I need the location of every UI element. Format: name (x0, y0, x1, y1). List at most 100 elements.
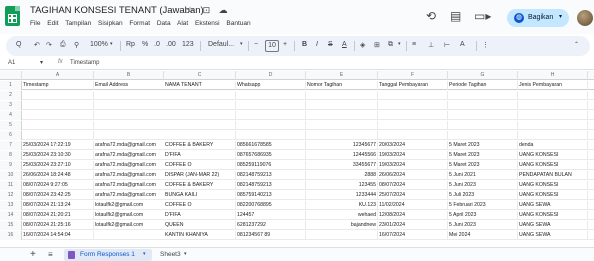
add-sheet-button[interactable]: + (30, 249, 36, 260)
table-cell[interactable] (448, 111, 518, 120)
table-cell[interactable]: 2888 (306, 171, 378, 180)
table-cell[interactable]: lotaulfk2@gmail.com (94, 201, 164, 210)
table-cell[interactable] (22, 131, 94, 140)
chevron-down-icon[interactable]: ▾ (398, 41, 401, 47)
table-cell[interactable] (306, 101, 378, 110)
undo-icon[interactable]: ↶ (34, 41, 40, 49)
table-cell[interactable] (164, 131, 236, 140)
table-cell[interactable]: 5 Februari 2023 (448, 201, 518, 210)
all-sheets-button[interactable]: ≡ (48, 250, 53, 259)
menu-edit[interactable]: Edit (47, 20, 58, 27)
row-number[interactable]: 11 (0, 181, 22, 190)
strikethrough-button[interactable]: S (328, 41, 333, 48)
column-header-c[interactable]: C (164, 71, 236, 80)
zoom-select[interactable]: 100% (90, 41, 108, 48)
text-wrap-icon[interactable]: ⊢ (444, 41, 450, 49)
table-cell[interactable]: UANG SEWA (518, 221, 588, 230)
table-cell[interactable]: 16/07/2024 (378, 231, 448, 240)
avatar[interactable] (577, 10, 593, 26)
chevron-down-icon[interactable]: ▾ (110, 41, 113, 47)
column-title-cell[interactable]: Periode Tagihan (448, 81, 518, 90)
table-cell[interactable]: 26/06/2024 18:24:48 (22, 171, 94, 180)
table-cell[interactable]: D'FIFA (164, 151, 236, 160)
table-cell[interactable] (518, 131, 588, 140)
row-number[interactable]: 7 (0, 141, 22, 150)
table-cell[interactable] (306, 231, 378, 240)
table-cell[interactable]: 08/07/2024 21:13:24 (22, 201, 94, 210)
table-cell[interactable] (22, 91, 94, 100)
sheets-logo-icon[interactable] (5, 6, 20, 26)
borders-icon[interactable]: ⊞ (374, 41, 380, 49)
table-cell[interactable]: 124457 (236, 211, 306, 220)
move-folder-icon[interactable]: ⊡ (203, 5, 211, 15)
row-number[interactable]: 4 (0, 111, 22, 120)
document-title[interactable]: TAGIHAN KONSESI TENANT (Jawaban) (30, 5, 204, 16)
table-cell[interactable]: arafna72.mda@gmail.com (94, 171, 164, 180)
row-number[interactable]: 3 (0, 101, 22, 110)
table-cell[interactable] (448, 91, 518, 100)
table-cell[interactable]: bajandnew (306, 221, 378, 230)
currency-button[interactable]: Rp (126, 41, 135, 48)
column-title-cell[interactable]: Jenis Pembayaran (518, 81, 588, 90)
table-cell[interactable] (306, 111, 378, 120)
column-title-cell[interactable]: Whatsapp (236, 81, 306, 90)
table-cell[interactable] (378, 101, 448, 110)
chevron-down-icon[interactable]: ▾ (40, 59, 43, 66)
table-cell[interactable] (448, 101, 518, 110)
table-cell[interactable]: 16/07/2024 14:54:04 (22, 231, 94, 240)
table-cell[interactable]: 6281237292 (236, 221, 306, 230)
table-cell[interactable]: 25/03/2024 17:22:19 (22, 141, 94, 150)
table-cell[interactable]: denda (518, 141, 588, 150)
table-cell[interactable] (94, 121, 164, 130)
column-title-cell[interactable]: Timestamp (22, 81, 94, 90)
table-cell[interactable]: 25/03/2024 23:27:10 (22, 161, 94, 170)
table-cell[interactable]: UANG KONSESI (518, 181, 588, 190)
table-cell[interactable]: Mei 2024 (448, 231, 518, 240)
table-cell[interactable]: 25/03/2024 23:10:30 (22, 151, 94, 160)
share-button[interactable]: ◍ Bagikan ▾ (507, 9, 569, 27)
table-cell[interactable]: wehaed (306, 211, 378, 220)
name-box[interactable]: A1 (8, 60, 15, 66)
table-cell[interactable] (22, 101, 94, 110)
table-cell[interactable]: 085661678585 (236, 141, 306, 150)
font-size-input[interactable]: 10 (265, 40, 279, 52)
table-cell[interactable]: 19/03/2024 (378, 161, 448, 170)
redo-icon[interactable]: ↷ (46, 41, 52, 49)
table-cell[interactable] (306, 91, 378, 100)
column-header-g[interactable]: G (448, 71, 518, 80)
menu-file[interactable]: File (30, 20, 40, 27)
table-cell[interactable]: COFFEE & BAKERY (164, 141, 236, 150)
table-cell[interactable]: UANG SEWA (518, 231, 588, 240)
column-title-cell[interactable]: Tanggal Pembayaran (378, 81, 448, 90)
table-cell[interactable]: arafna72.mda@gmail.com (94, 181, 164, 190)
table-cell[interactable]: arafna72.mda@gmail.com (94, 141, 164, 150)
table-cell[interactable]: 08/07/2024 9:27:05 (22, 181, 94, 190)
menu-tools[interactable]: Alat (177, 20, 188, 27)
table-cell[interactable]: 08/07/2024 (378, 181, 448, 190)
table-cell[interactable]: D'FIFA (164, 211, 236, 220)
row-number[interactable]: 6 (0, 131, 22, 140)
cloud-status-icon[interactable]: ☁ (219, 5, 228, 15)
collapse-toolbar-icon[interactable]: ⌃ (574, 41, 579, 48)
table-cell[interactable] (378, 121, 448, 130)
table-cell[interactable]: QUEEN (164, 221, 236, 230)
table-cell[interactable]: KU.123 (306, 201, 378, 210)
table-cell[interactable]: 082200768895 (236, 201, 306, 210)
table-cell[interactable]: DISPAR (JAN-MAR 22) (164, 171, 236, 180)
row-number[interactable]: 9 (0, 161, 22, 170)
more-options-icon[interactable]: ⋮ (482, 41, 489, 49)
search-icon[interactable]: Q (16, 41, 21, 48)
row-number[interactable]: 8 (0, 151, 22, 160)
row-number[interactable]: 14 (0, 211, 22, 220)
horizontal-align-icon[interactable]: ≡ (412, 41, 416, 48)
column-header-f[interactable]: F (378, 71, 448, 80)
column-title-cell[interactable]: Nomor Tagihan (306, 81, 378, 90)
table-cell[interactable] (518, 101, 588, 110)
tab-form-responses-1[interactable]: Form Responses 1 ▾ (64, 249, 152, 261)
column-header-a[interactable]: A (22, 71, 94, 80)
italic-button[interactable]: I (316, 41, 318, 48)
comment-icon[interactable]: ▤ (450, 9, 461, 23)
table-cell[interactable]: 08/07/2024 21:20:21 (22, 211, 94, 220)
table-cell[interactable] (164, 101, 236, 110)
menu-data[interactable]: Data (157, 20, 171, 27)
